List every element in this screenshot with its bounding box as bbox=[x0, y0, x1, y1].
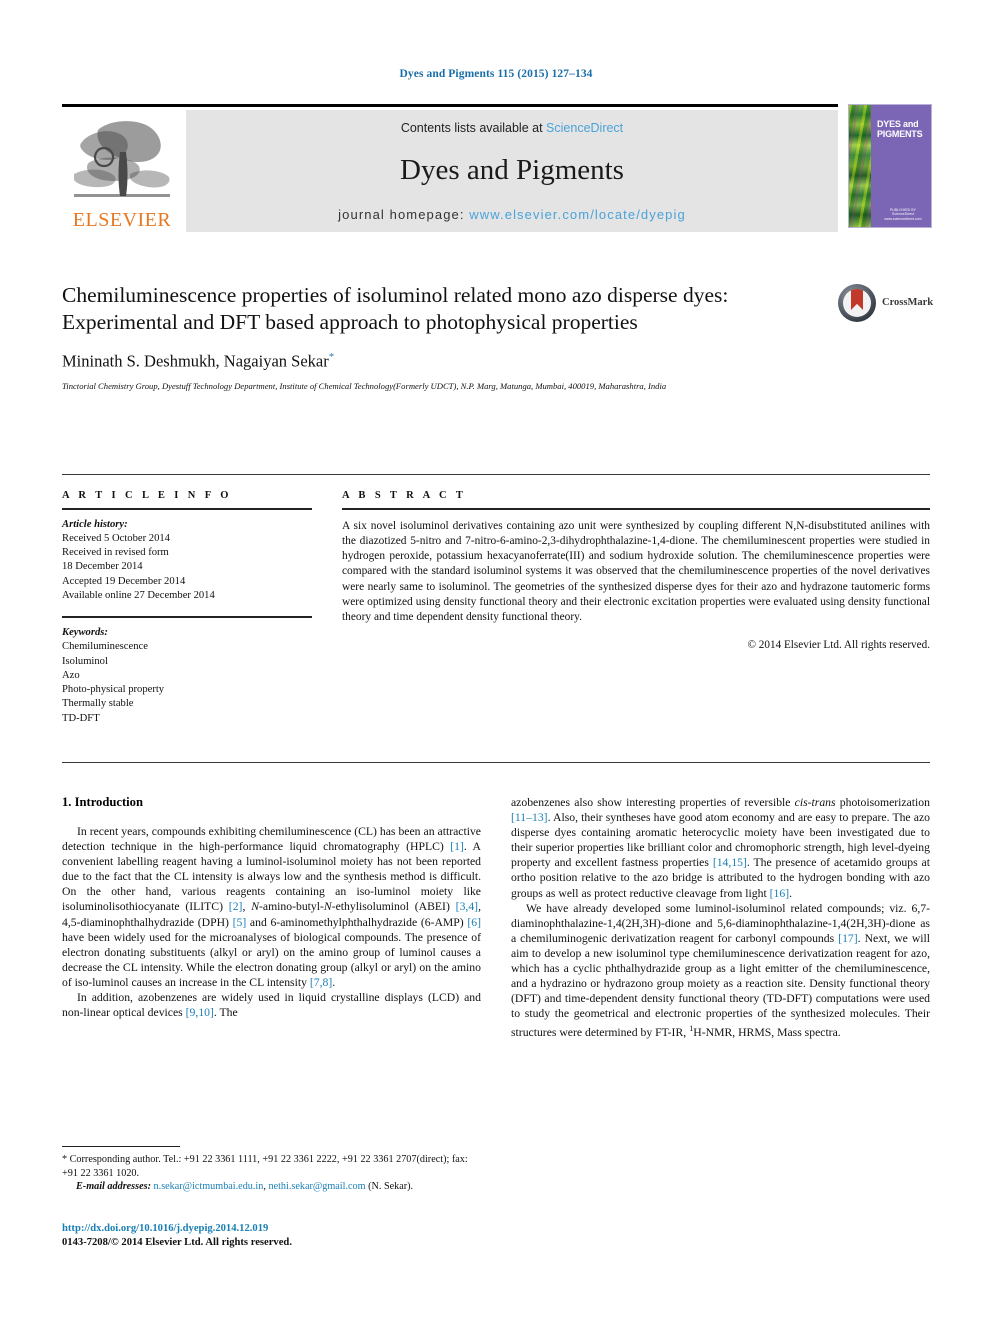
abstract-copyright: © 2014 Elsevier Ltd. All rights reserved… bbox=[747, 638, 931, 651]
email-label: E-mail addresses: bbox=[76, 1181, 151, 1193]
citation-ref[interactable]: [7,8] bbox=[310, 976, 332, 989]
email-link-1[interactable]: n.sekar@ictmumbai.edu.in bbox=[154, 1181, 264, 1192]
citation-ref[interactable]: [14,15] bbox=[713, 856, 747, 869]
crossmark-circle-icon bbox=[838, 284, 876, 322]
article-history-label: Article history: bbox=[62, 518, 128, 530]
elsevier-tree-icon bbox=[74, 121, 170, 197]
homepage-label: journal homepage: bbox=[338, 207, 465, 222]
citation-ref[interactable]: [5] bbox=[233, 916, 247, 929]
keyword-item: Isoluminol bbox=[62, 655, 108, 667]
paragraph: In recent years, compounds exhibiting ch… bbox=[62, 825, 481, 989]
cover-art-strip bbox=[849, 105, 871, 227]
keywords-block: Keywords: Chemiluminescence Isoluminol A… bbox=[62, 626, 312, 726]
cover-title: DYES and PIGMENTS bbox=[877, 119, 923, 139]
cover-footer: PUBLISHED BY ScienceDirect www.sciencedi… bbox=[884, 207, 922, 221]
article-info-heading: A R T I C L E I N F O bbox=[62, 490, 232, 501]
email-link-2[interactable]: nethi.sekar@gmail.com bbox=[268, 1181, 365, 1192]
author-names: Mininath S. Deshmukh, Nagaiyan Sekar bbox=[62, 351, 329, 371]
citation-ref[interactable]: [16] bbox=[770, 887, 789, 900]
doi-link[interactable]: http://dx.doi.org/10.1016/j.dyepig.2014.… bbox=[62, 1222, 481, 1236]
issn-copyright: 0143-7208/© 2014 Elsevier Ltd. All right… bbox=[62, 1237, 292, 1248]
keyword-item: TD-DFT bbox=[62, 712, 100, 724]
history-item: 18 December 2014 bbox=[62, 561, 143, 573]
running-head: Dyes and Pigments 115 (2015) 127–134 bbox=[399, 68, 593, 80]
paragraph-text: In recent years, compounds exhibiting ch… bbox=[62, 825, 481, 854]
keywords-rule bbox=[62, 616, 312, 618]
citation-ref[interactable]: [2] bbox=[229, 900, 243, 913]
masthead-band: Contents lists available at ScienceDirec… bbox=[186, 110, 838, 232]
keyword-item: Chemiluminescence bbox=[62, 641, 148, 653]
paragraph: We have already developed some luminol-i… bbox=[511, 901, 931, 1040]
footnote-block: * Corresponding author. Tel.: +91 22 336… bbox=[62, 1146, 481, 1194]
article-history: Article history: Received 5 October 2014… bbox=[62, 518, 312, 604]
masthead-top-rule bbox=[62, 104, 838, 107]
crossmark-badge[interactable]: CrossMark bbox=[838, 284, 934, 324]
article-info-column: A R T I C L E I N F O Article history: R… bbox=[62, 490, 312, 726]
paragraph: azobenzenes also show interesting proper… bbox=[511, 796, 930, 900]
crossmark-label: CrossMark bbox=[882, 297, 934, 308]
paragraph: In addition, azobenzenes are widely used… bbox=[62, 991, 481, 1020]
contents-line: Contents lists available at ScienceDirec… bbox=[186, 121, 838, 135]
keyword-item: Thermally stable bbox=[62, 698, 134, 710]
body-column-left: 1. Introduction In recent years, compoun… bbox=[62, 795, 481, 1020]
elsevier-logo: ELSEVIER bbox=[62, 110, 182, 232]
contents-prefix: Contents lists available at bbox=[400, 121, 543, 135]
footnote-rule bbox=[62, 1146, 180, 1147]
crossmark-ribbon-icon bbox=[851, 289, 863, 310]
crossmark-inner-circle bbox=[843, 289, 871, 317]
article-info-rule bbox=[62, 508, 312, 510]
author-list: Mininath S. Deshmukh, Nagaiyan Sekar* bbox=[62, 351, 930, 372]
title-bottom-rule bbox=[62, 474, 930, 475]
citation-ref[interactable]: [17] bbox=[838, 932, 857, 945]
email-note: E-mail addresses: n.sekar@ictmumbai.edu.… bbox=[76, 1181, 414, 1193]
history-item: Accepted 19 December 2014 bbox=[62, 575, 186, 587]
journal-cover-thumbnail: DYES and PIGMENTS PUBLISHED BY ScienceDi… bbox=[848, 104, 932, 228]
sciencedirect-link[interactable]: ScienceDirect bbox=[546, 121, 623, 135]
email-suffix: (N. Sekar). bbox=[368, 1181, 414, 1193]
abstract-heading: A B S T R A C T bbox=[342, 490, 467, 501]
journal-masthead: ELSEVIER Contents lists available at Sci… bbox=[62, 104, 932, 232]
section-heading-introduction: 1. Introduction bbox=[62, 795, 143, 809]
body-column-right: azobenzenes also show interesting proper… bbox=[511, 795, 930, 1040]
doi-block: http://dx.doi.org/10.1016/j.dyepig.2014.… bbox=[62, 1222, 481, 1250]
affiliation: Tinctorial Chemistry Group, Dyestuff Tec… bbox=[62, 380, 667, 391]
paper-page: Dyes and Pigments 115 (2015) 127–134 ELS… bbox=[0, 0, 992, 1323]
abstract-bottom-rule bbox=[62, 762, 930, 763]
keywords-label: Keywords: bbox=[62, 626, 108, 638]
journal-homepage-line: journal homepage: www.elsevier.com/locat… bbox=[186, 207, 838, 222]
keyword-item: Azo bbox=[62, 669, 80, 681]
elsevier-wordmark: ELSEVIER bbox=[72, 209, 172, 231]
citation-ref[interactable]: [11–13] bbox=[511, 811, 548, 824]
corresponding-author-marker: * bbox=[328, 351, 335, 363]
keyword-item: Photo-physical property bbox=[62, 684, 165, 696]
citation-ref[interactable]: [9,10] bbox=[186, 1006, 214, 1019]
page-title: Chemiluminescence properties of isolumin… bbox=[62, 283, 729, 334]
history-item: Received in revised form bbox=[62, 547, 169, 559]
homepage-url-link[interactable]: www.elsevier.com/locate/dyepig bbox=[469, 207, 686, 222]
citation-ref[interactable]: [6] bbox=[467, 916, 481, 929]
abstract-column: A B S T R A C T A six novel isoluminol d… bbox=[342, 490, 930, 651]
abstract-rule bbox=[342, 508, 930, 510]
citation-ref[interactable]: [1] bbox=[450, 840, 464, 853]
title-block: Chemiluminescence properties of isolumin… bbox=[62, 282, 934, 393]
abstract-text: A six novel isoluminol derivatives conta… bbox=[342, 519, 930, 624]
history-item: Available online 27 December 2014 bbox=[62, 590, 215, 602]
journal-title: Dyes and Pigments bbox=[400, 154, 624, 186]
history-item: Received 5 October 2014 bbox=[62, 532, 170, 544]
citation-ref[interactable]: [3,4] bbox=[456, 900, 478, 913]
corresponding-author-note: * Corresponding author. Tel.: +91 22 336… bbox=[62, 1154, 468, 1179]
